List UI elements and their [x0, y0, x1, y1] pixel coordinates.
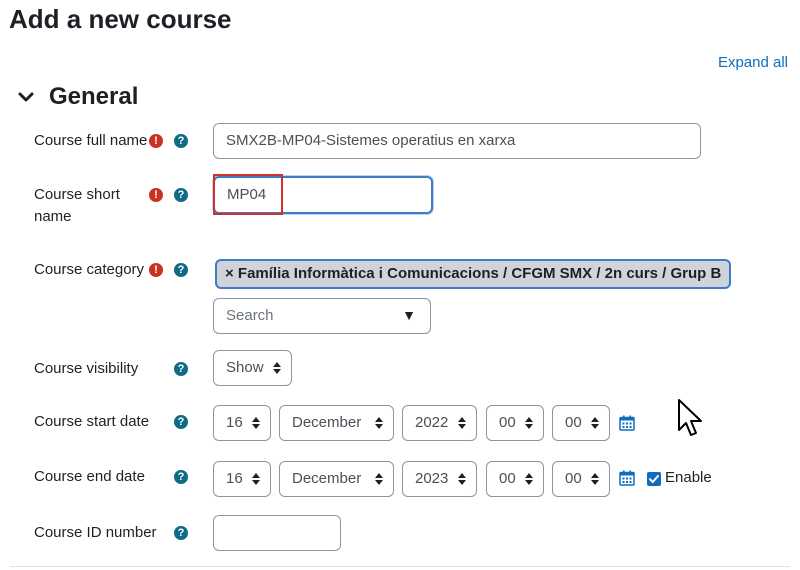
select-caret-icon — [591, 417, 599, 429]
day-value: 16 — [226, 470, 243, 487]
visibility-label: Course visibility — [34, 360, 139, 377]
shortname-label-line1: Course short — [34, 186, 120, 203]
expand-all-link[interactable]: Expand all — [718, 54, 788, 71]
select-caret-icon — [525, 417, 533, 429]
required-icon: ! — [149, 263, 163, 277]
month-value: December — [292, 414, 362, 431]
startdate-hour-select[interactable]: 00 — [486, 405, 544, 441]
enddate-label: Course end date — [34, 468, 145, 485]
category-search-field[interactable]: Search ▼ — [213, 298, 431, 334]
category-selected-chip[interactable]: × Família Informàtica i Comunicacions / … — [215, 259, 732, 289]
year-value: 2023 — [415, 470, 449, 487]
category-label: Course category — [34, 261, 145, 278]
page-title: Add a new course — [9, 4, 232, 34]
required-icon: ! — [149, 134, 163, 148]
select-caret-icon — [525, 473, 533, 485]
hour-value: 00 — [499, 470, 516, 487]
enddate-month-select[interactable]: December — [279, 461, 394, 497]
shortname-label-line2: name — [34, 208, 72, 225]
select-caret-icon — [375, 417, 383, 429]
help-icon[interactable]: ? — [174, 470, 188, 484]
help-icon[interactable]: ? — [174, 362, 188, 376]
idnumber-label: Course ID number — [34, 524, 157, 541]
search-placeholder: Search — [226, 307, 274, 324]
startdate-day-select[interactable]: 16 — [213, 405, 271, 441]
checkmark-icon — [649, 475, 659, 483]
select-caret-icon — [458, 473, 466, 485]
calendar-icon[interactable] — [619, 415, 635, 431]
mouse-pointer-icon — [678, 399, 702, 436]
startdate-month-select[interactable]: December — [279, 405, 394, 441]
visibility-select[interactable]: Show — [213, 350, 292, 386]
required-icon: ! — [149, 188, 163, 202]
startdate-year-select[interactable]: 2022 — [402, 405, 477, 441]
select-caret-icon — [252, 417, 260, 429]
enddate-hour-select[interactable]: 00 — [486, 461, 544, 497]
select-caret-icon — [375, 473, 383, 485]
month-value: December — [292, 470, 362, 487]
startdate-label: Course start date — [34, 413, 150, 430]
idnumber-input[interactable] — [213, 515, 341, 551]
general-section-toggle[interactable]: General — [16, 83, 138, 111]
select-caret-icon — [591, 473, 599, 485]
startdate-minute-select[interactable]: 00 — [552, 405, 610, 441]
help-icon[interactable]: ? — [174, 526, 188, 540]
chevron-down-icon — [18, 92, 34, 102]
divider — [10, 566, 790, 567]
select-caret-icon — [458, 417, 466, 429]
help-icon[interactable]: ? — [174, 188, 188, 202]
hour-value: 00 — [499, 414, 516, 431]
help-icon[interactable]: ? — [174, 134, 188, 148]
help-icon[interactable]: ? — [174, 415, 188, 429]
fullname-label: Course full name — [34, 132, 148, 149]
enable-label[interactable]: Enable — [665, 469, 712, 486]
enddate-year-select[interactable]: 2023 — [402, 461, 477, 497]
day-value: 16 — [226, 414, 243, 431]
highlight-box — [213, 174, 283, 215]
enddate-day-select[interactable]: 16 — [213, 461, 271, 497]
dropdown-arrow-icon[interactable]: ▼ — [402, 307, 416, 323]
minute-value: 00 — [565, 414, 582, 431]
select-caret-icon — [252, 473, 260, 485]
minute-value: 00 — [565, 470, 582, 487]
select-caret-icon — [273, 362, 281, 374]
calendar-icon[interactable] — [619, 470, 635, 486]
visibility-value: Show — [226, 359, 264, 376]
section-title: General — [49, 83, 139, 110]
fullname-input[interactable]: SMX2B-MP04-Sistemes operatius en xarxa — [213, 123, 701, 159]
help-icon[interactable]: ? — [174, 263, 188, 277]
enddate-minute-select[interactable]: 00 — [552, 461, 610, 497]
year-value: 2022 — [415, 414, 449, 431]
enable-enddate-checkbox[interactable] — [647, 472, 661, 486]
